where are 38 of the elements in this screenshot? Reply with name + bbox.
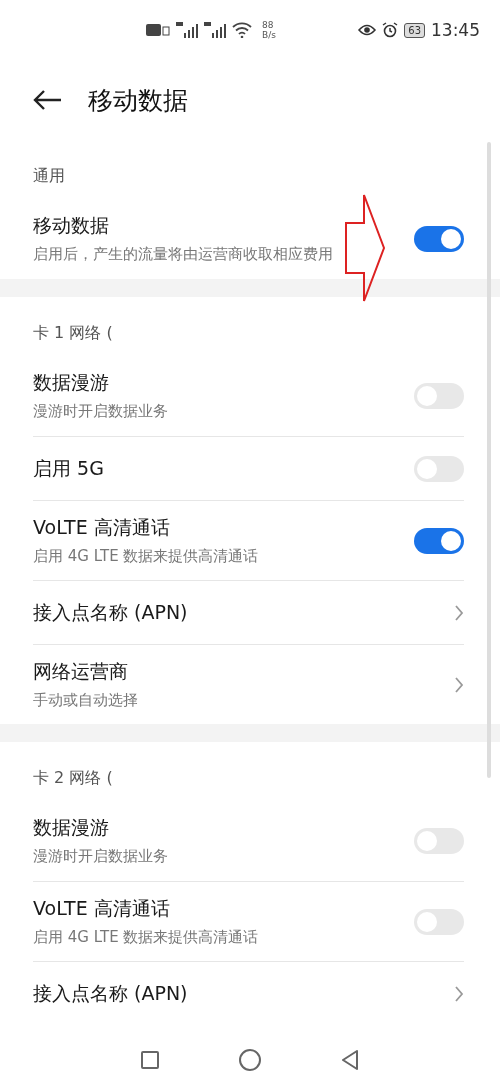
setting-title: 网络运营商	[33, 658, 129, 684]
recents-button-icon[interactable]	[141, 1051, 159, 1069]
eye-icon	[358, 24, 377, 36]
back-arrow-icon[interactable]	[32, 89, 62, 111]
setting-description: 漫游时开启数据业务	[33, 401, 169, 422]
setting-title: VoLTE 高清通话	[33, 895, 171, 921]
chevron-right-icon	[454, 984, 464, 1003]
battery-level: 63	[404, 22, 425, 38]
setting-title: 接入点名称 (APN)	[33, 980, 189, 1006]
home-button-icon[interactable]	[239, 1049, 261, 1071]
clock-time: 13:45	[431, 20, 480, 40]
chevron-right-icon	[454, 675, 464, 694]
wifi-icon	[232, 22, 252, 38]
setting-description: 启用 4G LTE 数据来提供高清通话	[33, 926, 260, 948]
toggle-switch[interactable]	[414, 226, 464, 252]
alarm-icon	[382, 22, 399, 38]
back-button-icon[interactable]	[341, 1050, 359, 1070]
signal-icon	[204, 22, 226, 38]
speed-value: 88	[262, 20, 275, 30]
toggle-switch[interactable]	[414, 527, 464, 554]
page-title: 移动数据	[88, 84, 188, 117]
speed-unit: B/s	[262, 30, 276, 40]
setting-title: 移动数据	[33, 213, 110, 238]
section-header: 卡 1 网络 (	[33, 322, 114, 344]
setting-description: 漫游时开启数据业务	[33, 846, 169, 867]
hd-icon	[146, 24, 170, 36]
setting-title: VoLTE 高清通话	[33, 514, 171, 540]
setting-title: 启用 5G	[33, 455, 105, 481]
setting-title: 接入点名称 (APN)	[33, 599, 189, 625]
setting-description: 手动或自动选择	[33, 689, 139, 711]
section-header: 通用	[33, 165, 66, 187]
setting-title: 数据漫游	[33, 815, 110, 840]
signal-icon	[176, 22, 198, 38]
chevron-right-icon	[454, 603, 464, 622]
setting-description: 启用 4G LTE 数据来提供高清通话	[33, 545, 260, 567]
section-header: 卡 2 网络 (	[33, 767, 114, 789]
setting-title: 数据漫游	[33, 370, 110, 395]
setting-description: 启用后，产生的流量将由运营商收取相应费用	[33, 244, 334, 265]
